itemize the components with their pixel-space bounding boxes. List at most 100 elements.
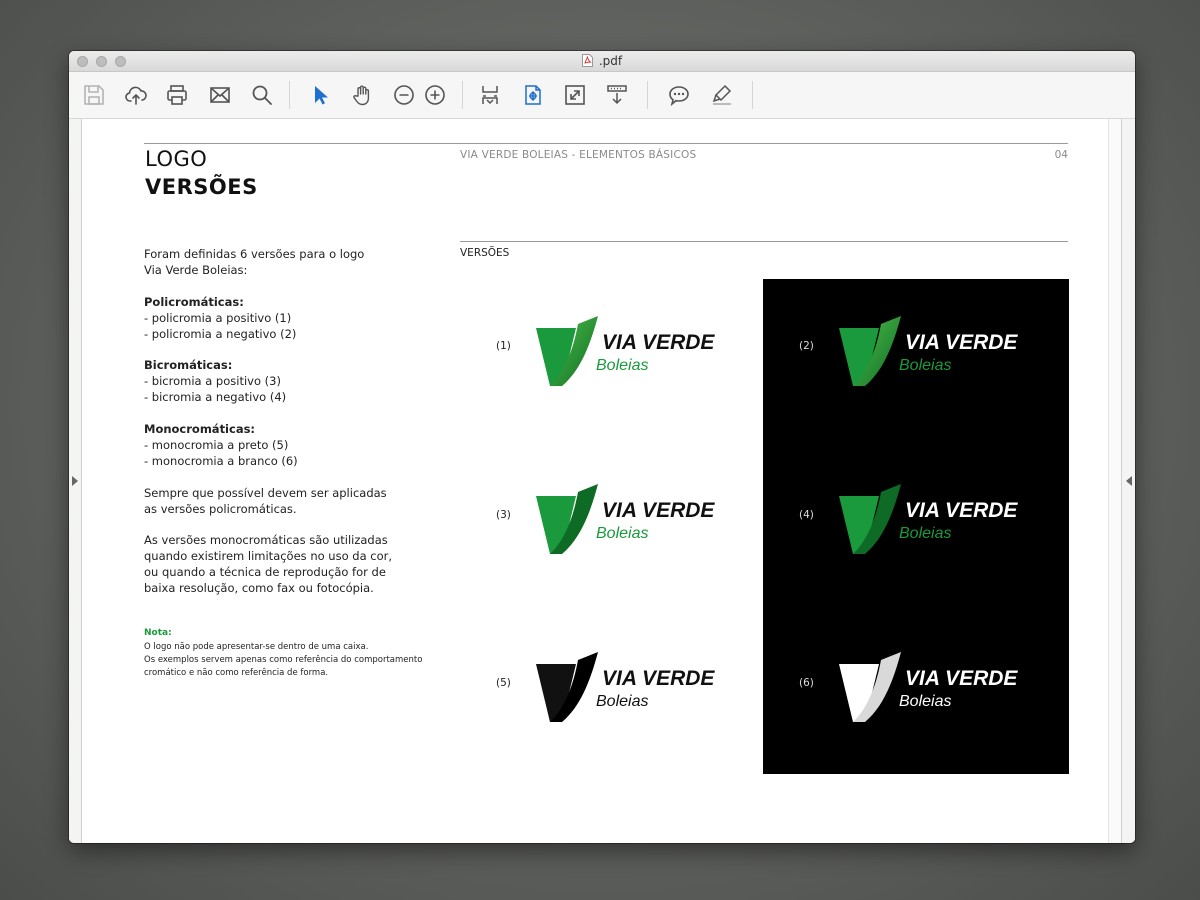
logo-wordmark-line2: Boleias <box>596 525 648 542</box>
logo-version-1: VIA VERDE Boleias <box>536 316 716 388</box>
nota-line: O logo não pode apresentar-se dentro de … <box>144 642 369 652</box>
highlight-button[interactable] <box>709 82 735 108</box>
version-label-2: (2) <box>799 340 814 352</box>
search-button[interactable] <box>249 82 275 108</box>
comment-icon <box>669 86 689 107</box>
expand-left-icon <box>72 476 78 486</box>
version-label-3: (3) <box>496 509 511 521</box>
intro-text: Foram definidas 6 versões para o logo Vi… <box>144 246 364 278</box>
group-monocromaticas: Monocromáticas: - monocromia a preto (5)… <box>144 421 298 469</box>
logo-version-5: VIA VERDE Boleias <box>536 652 716 724</box>
heading-logo: LOGO <box>145 147 208 171</box>
logo-wordmark-line1: VIA VERDE <box>602 667 715 690</box>
logo-svg: VIA VERDE Boleias <box>536 316 715 386</box>
section-rule <box>460 241 1068 242</box>
print-button[interactable] <box>164 82 190 108</box>
fit-page-icon <box>482 86 498 105</box>
nota-line: Os exemplos servem apenas como referênci… <box>144 655 423 665</box>
zoom-in-button[interactable] <box>422 82 448 108</box>
paragraph-line: baixa resolução, como fax ou fotocópia. <box>144 581 374 595</box>
left-panel-toggle[interactable] <box>69 119 82 843</box>
save-button[interactable] <box>81 82 107 108</box>
scroll-mode-icon <box>607 85 627 105</box>
window-title-text: .pdf <box>598 54 623 68</box>
version-label-1: (1) <box>496 340 511 352</box>
upload-button[interactable] <box>123 82 149 108</box>
logo-wordmark-line2: Boleias <box>596 357 648 374</box>
window-title: .pdf <box>69 54 1135 68</box>
logo-svg: VIA VERDE Boleias <box>839 316 1018 386</box>
group-item: - monocromia a branco (6) <box>144 454 298 468</box>
fullscreen-button[interactable] <box>562 82 588 108</box>
group-item: - bicromia a negativo (4) <box>144 390 287 404</box>
nota-title: Nota: <box>144 628 172 638</box>
paragraph-line: As versões monocromáticas são utilizadas <box>144 533 388 547</box>
group-title: Policromáticas: <box>144 295 244 309</box>
fit-width-button[interactable] <box>520 82 546 108</box>
right-panel-toggle[interactable] <box>1121 119 1135 843</box>
pdf-page: LOGO VERSÕES VIA VERDE BOLEIAS - ELEMENT… <box>82 119 1108 843</box>
email-button[interactable] <box>207 82 233 108</box>
group-item: - policromia a negativo (2) <box>144 327 297 341</box>
paragraph-monocromaticas: As versões monocromáticas são utilizadas… <box>144 532 392 596</box>
toolbar-separator <box>647 81 648 109</box>
fit-width-icon <box>525 85 541 105</box>
fit-page-button[interactable] <box>477 82 503 108</box>
highlight-icon <box>712 84 732 105</box>
scroll-mode-button[interactable] <box>604 82 630 108</box>
logo-wordmark-line2: Boleias <box>899 693 951 710</box>
toolbar-separator <box>289 81 290 109</box>
heading-versoes: VERSÕES <box>145 175 258 199</box>
version-label-4: (4) <box>799 509 814 521</box>
group-policromaticas: Policromáticas: - policromia a positivo … <box>144 294 296 342</box>
group-title: Bicromáticas: <box>144 358 233 372</box>
expand-right-icon <box>1126 476 1132 486</box>
intro-line: Via Verde Boleias: <box>144 263 248 277</box>
page-number: 04 <box>1054 149 1068 161</box>
zoom-in-icon <box>425 85 445 105</box>
logo-version-4: VIA VERDE Boleias <box>839 484 1019 556</box>
paragraph-line: quando existirem limitações no uso da co… <box>144 549 393 563</box>
toolbar-separator <box>752 81 753 109</box>
hand-tool-button[interactable] <box>349 82 375 108</box>
logo-svg: VIA VERDE Boleias <box>839 652 1018 722</box>
logo-version-6: VIA VERDE Boleias <box>839 652 1019 724</box>
version-label-5: (5) <box>496 677 511 689</box>
mail-icon <box>210 87 230 103</box>
logo-version-2: VIA VERDE Boleias <box>839 316 1019 388</box>
intro-line: Foram definidas 6 versões para o logo <box>144 247 365 261</box>
print-icon <box>167 85 187 105</box>
nota-line: cromático e não como referência de forma… <box>144 668 329 678</box>
group-bicromaticas: Bicromáticas: - bicromia a positivo (3) … <box>144 357 286 405</box>
toolbar <box>69 72 1135 119</box>
toolbar-separator <box>462 81 463 109</box>
logo-wordmark-line2: Boleias <box>899 525 951 542</box>
logo-svg: VIA VERDE Boleias <box>839 484 1018 554</box>
save-icon <box>84 85 104 105</box>
cloud-upload-icon <box>125 86 147 105</box>
zoom-out-button[interactable] <box>391 82 417 108</box>
document-viewer: LOGO VERSÕES VIA VERDE BOLEIAS - ELEMENT… <box>69 119 1135 843</box>
nota-text: O logo não pode apresentar-se dentro de … <box>144 641 422 680</box>
select-tool-button[interactable] <box>307 82 333 108</box>
paragraph-line: ou quando a técnica de reprodução for de <box>144 565 386 579</box>
paragraph-line: as versões policromáticas. <box>144 502 297 516</box>
section-label: VERSÕES <box>460 247 510 259</box>
fullscreen-icon <box>565 85 585 105</box>
comment-button[interactable] <box>666 82 692 108</box>
hand-icon <box>353 85 370 106</box>
version-label-6: (6) <box>799 677 814 689</box>
logo-svg: VIA VERDE Boleias <box>536 484 715 554</box>
logo-wordmark-line1: VIA VERDE <box>602 499 715 522</box>
vertical-scrollbar[interactable] <box>1108 119 1121 843</box>
search-icon <box>252 85 272 105</box>
header-rule <box>144 143 1068 144</box>
logo-wordmark-line1: VIA VERDE <box>905 667 1018 690</box>
running-header: VIA VERDE BOLEIAS - ELEMENTOS BÁSICOS <box>460 149 697 161</box>
paragraph-aplicacao: Sempre que possível devem ser aplicadas … <box>144 485 387 517</box>
logo-version-3: VIA VERDE Boleias <box>536 484 716 556</box>
select-cursor-icon <box>315 86 328 105</box>
paragraph-line: Sempre que possível devem ser aplicadas <box>144 486 387 500</box>
logo-wordmark-line2: Boleias <box>596 693 648 710</box>
logo-wordmark-line1: VIA VERDE <box>602 331 715 354</box>
